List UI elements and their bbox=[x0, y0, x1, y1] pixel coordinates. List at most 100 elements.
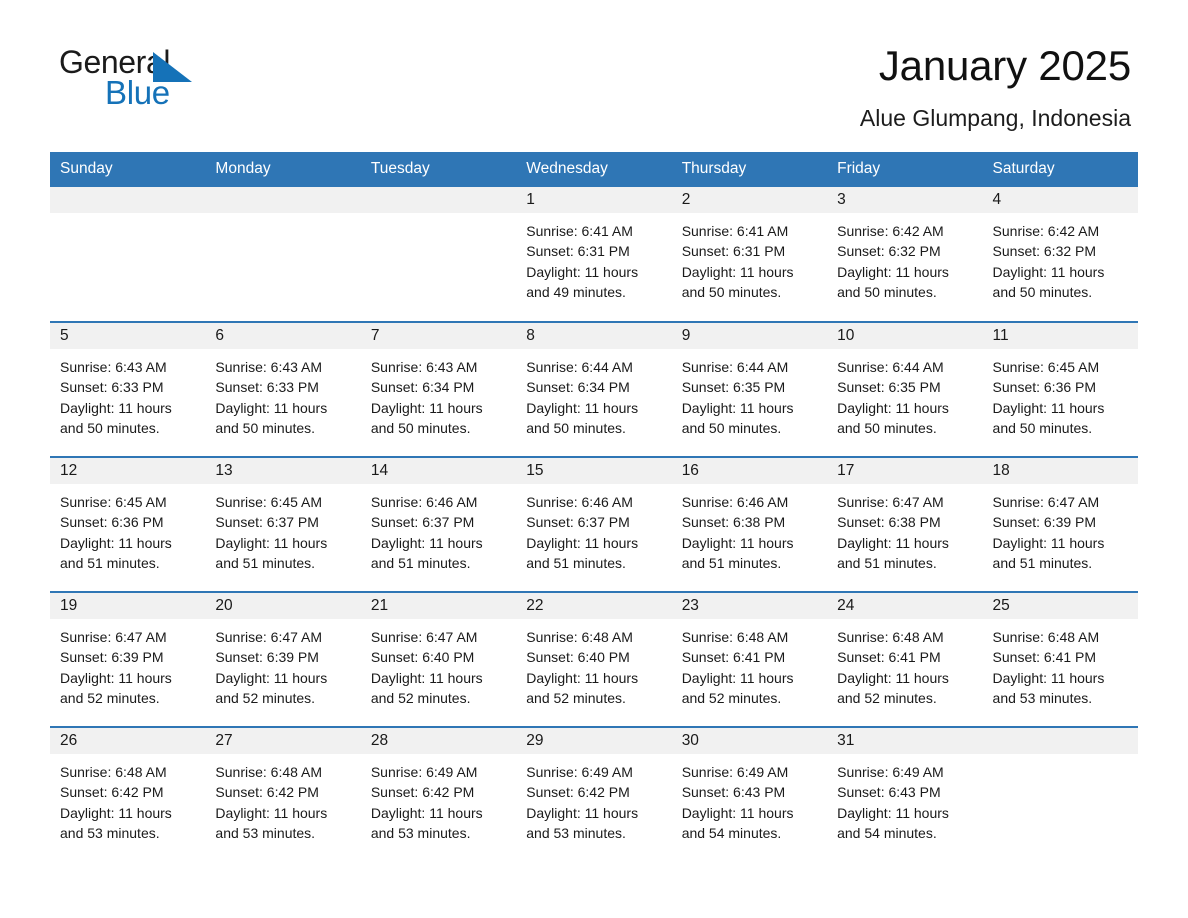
day-number: 21 bbox=[360, 593, 517, 620]
daylight-text-line1: Daylight: 11 hours bbox=[992, 669, 1105, 686]
sunrise-text: Sunrise: 6:46 AM bbox=[370, 494, 478, 511]
calendar-day-cell[interactable]: 28 Sunrise: 6:49 AM Sunset: 6:42 PM Dayligh… bbox=[360, 726, 517, 863]
day-details: Sunrise: 6:45 AM Sunset: 6:37 PM Daylight:… bbox=[205, 484, 360, 573]
calendar-day-cell[interactable]: 12 Sunrise: 6:45 AM Sunset: 6:36 PM Dayligh… bbox=[50, 456, 206, 593]
sunset-text: Sunset: 6:36 PM bbox=[992, 379, 1097, 396]
day-number: 17 bbox=[827, 458, 983, 485]
day-details: Sunrise: 6:47 AM Sunset: 6:38 PM Daylight:… bbox=[827, 484, 982, 573]
daylight-text-line2: and 50 minutes. bbox=[992, 283, 1093, 300]
calendar-day-cell[interactable]: 5 Sunrise: 6:43 AM Sunset: 6:33 PM Daylight… bbox=[50, 321, 206, 458]
daylight-text-line1: Daylight: 11 hours bbox=[837, 263, 949, 280]
day-details: Sunrise: 6:44 AM Sunset: 6:35 PM Daylight:… bbox=[827, 349, 982, 438]
calendar-day-cell[interactable]: 13 Sunrise: 6:45 AM Sunset: 6:37 PM Dayligh… bbox=[205, 456, 361, 593]
sunset-text: Sunset: 6:42 PM bbox=[60, 784, 164, 801]
sunrise-text: Sunrise: 6:44 AM bbox=[526, 359, 633, 376]
calendar-day-cell[interactable]: 6 Sunrise: 6:43 AM Sunset: 6:33 PM Daylight… bbox=[205, 321, 361, 458]
calendar-day-cell[interactable]: 25 Sunrise: 6:48 AM Sunset: 6:41 PM Dayligh… bbox=[982, 591, 1138, 728]
daylight-text-line2: and 53 minutes. bbox=[370, 824, 471, 841]
day-number bbox=[50, 187, 206, 214]
daylight-text-line1: Daylight: 11 hours bbox=[526, 399, 639, 416]
day-details: Sunrise: 6:49 AM Sunset: 6:42 PM Daylight:… bbox=[361, 754, 516, 843]
day-number: 26 bbox=[50, 728, 206, 755]
calendar-day-cell[interactable]: 7 Sunrise: 6:43 AM Sunset: 6:34 PM Daylight… bbox=[360, 321, 517, 458]
day-details: Sunrise: 6:43 AM Sunset: 6:33 PM Daylight:… bbox=[205, 349, 360, 438]
daylight-text-line2: and 51 minutes. bbox=[837, 554, 937, 571]
calendar-day-cell[interactable]: 4 Sunrise: 6:42 AM Sunset: 6:32 PM Daylight… bbox=[982, 187, 1138, 323]
page-title: January 2025 bbox=[878, 42, 1131, 89]
sunrise-text: Sunrise: 6:47 AM bbox=[60, 629, 167, 646]
calendar-week-row: 1 Sunrise: 6:41 AM Sunset: 6:31 PM Daylight… bbox=[50, 187, 1138, 323]
calendar-day-cell[interactable]: 2 Sunrise: 6:41 AM Sunset: 6:31 PM Daylight… bbox=[671, 187, 828, 323]
daylight-text-line2: and 52 minutes. bbox=[215, 689, 316, 706]
day-number: 2 bbox=[671, 187, 828, 214]
calendar-day-cell[interactable]: 27 Sunrise: 6:48 AM Sunset: 6:42 PM Dayligh… bbox=[205, 726, 361, 863]
calendar-day-cell[interactable]: 10 Sunrise: 6:44 AM Sunset: 6:35 PM Dayligh… bbox=[827, 321, 983, 458]
daylight-text-line2: and 52 minutes. bbox=[526, 689, 626, 706]
day-details: Sunrise: 6:47 AM Sunset: 6:39 PM Daylight:… bbox=[205, 619, 360, 708]
calendar-day-cell[interactable]: 1 Sunrise: 6:41 AM Sunset: 6:31 PM Daylight… bbox=[516, 187, 672, 323]
sunrise-text: Sunrise: 6:48 AM bbox=[60, 764, 167, 781]
sunset-text: Sunset: 6:34 PM bbox=[526, 379, 630, 396]
daylight-text-line2: and 52 minutes. bbox=[681, 689, 782, 706]
daylight-text-line1: Daylight: 11 hours bbox=[215, 534, 328, 551]
calendar-day-cell[interactable]: 15 Sunrise: 6:46 AM Sunset: 6:37 PM Dayligh… bbox=[516, 456, 672, 593]
sunrise-text: Sunrise: 6:44 AM bbox=[681, 359, 789, 376]
day-number: 28 bbox=[360, 728, 517, 755]
day-number: 23 bbox=[671, 593, 828, 620]
day-number: 8 bbox=[516, 323, 672, 350]
daylight-text-line2: and 50 minutes. bbox=[526, 419, 626, 436]
calendar-day-cell[interactable]: 3 Sunrise: 6:42 AM Sunset: 6:32 PM Daylight… bbox=[827, 187, 983, 323]
sunrise-text: Sunrise: 6:49 AM bbox=[837, 764, 944, 781]
calendar-day-cell-empty bbox=[982, 726, 1138, 863]
calendar-day-cell[interactable]: 31 Sunrise: 6:49 AM Sunset: 6:43 PM Dayligh… bbox=[827, 726, 983, 863]
daylight-text-line2: and 54 minutes. bbox=[681, 824, 782, 841]
daylight-text-line1: Daylight: 11 hours bbox=[681, 804, 794, 821]
calendar-day-cell[interactable]: 19 Sunrise: 6:47 AM Sunset: 6:39 PM Dayligh… bbox=[50, 591, 206, 728]
weekday-header-thursday: Thursday bbox=[671, 152, 828, 188]
sunrise-text: Sunrise: 6:48 AM bbox=[215, 764, 323, 781]
daylight-text-line2: and 53 minutes. bbox=[215, 824, 316, 841]
day-number: 20 bbox=[205, 593, 361, 620]
sunset-text: Sunset: 6:34 PM bbox=[370, 379, 475, 396]
daylight-text-line2: and 50 minutes. bbox=[837, 419, 937, 436]
calendar-day-cell[interactable]: 9 Sunrise: 6:44 AM Sunset: 6:35 PM Daylight… bbox=[671, 321, 828, 458]
calendar-day-cell[interactable]: 17 Sunrise: 6:47 AM Sunset: 6:38 PM Dayligh… bbox=[827, 456, 983, 593]
calendar-day-cell[interactable]: 20 Sunrise: 6:47 AM Sunset: 6:39 PM Dayligh… bbox=[205, 591, 361, 728]
day-details: Sunrise: 6:46 AM Sunset: 6:37 PM Daylight:… bbox=[516, 484, 671, 573]
daylight-text-line2: and 50 minutes. bbox=[681, 419, 782, 436]
sunset-text: Sunset: 6:31 PM bbox=[681, 243, 786, 260]
calendar-day-cell-empty bbox=[205, 187, 361, 323]
calendar-day-cell[interactable]: 26 Sunrise: 6:48 AM Sunset: 6:42 PM Dayligh… bbox=[50, 726, 206, 863]
daylight-text-line1: Daylight: 11 hours bbox=[837, 669, 949, 686]
day-number: 19 bbox=[50, 593, 206, 620]
location-subtitle: Alue Glumpang, Indonesia bbox=[859, 105, 1131, 132]
general-blue-logo[interactable]: General Blue bbox=[57, 44, 232, 114]
sunrise-text: Sunrise: 6:41 AM bbox=[681, 223, 789, 240]
day-number: 18 bbox=[982, 458, 1138, 485]
sunrise-text: Sunrise: 6:49 AM bbox=[526, 764, 633, 781]
day-number: 29 bbox=[516, 728, 672, 755]
calendar-day-cell[interactable]: 23 Sunrise: 6:48 AM Sunset: 6:41 PM Dayligh… bbox=[671, 591, 828, 728]
sunset-text: Sunset: 6:41 PM bbox=[992, 649, 1097, 666]
calendar-day-cell[interactable]: 14 Sunrise: 6:46 AM Sunset: 6:37 PM Dayligh… bbox=[360, 456, 517, 593]
calendar-day-cell[interactable]: 22 Sunrise: 6:48 AM Sunset: 6:40 PM Dayligh… bbox=[516, 591, 672, 728]
daylight-text-line1: Daylight: 11 hours bbox=[60, 534, 172, 551]
calendar-day-cell[interactable]: 21 Sunrise: 6:47 AM Sunset: 6:40 PM Dayligh… bbox=[360, 591, 517, 728]
calendar-day-cell[interactable]: 16 Sunrise: 6:46 AM Sunset: 6:38 PM Dayligh… bbox=[671, 456, 828, 593]
sunset-text: Sunset: 6:35 PM bbox=[681, 379, 786, 396]
calendar-day-cell[interactable]: 11 Sunrise: 6:45 AM Sunset: 6:36 PM Dayligh… bbox=[982, 321, 1138, 458]
day-details: Sunrise: 6:47 AM Sunset: 6:39 PM Daylight:… bbox=[50, 619, 205, 708]
daylight-text-line1: Daylight: 11 hours bbox=[992, 399, 1105, 416]
calendar-day-cell[interactable]: 8 Sunrise: 6:44 AM Sunset: 6:34 PM Daylight… bbox=[516, 321, 672, 458]
day-details: Sunrise: 6:43 AM Sunset: 6:33 PM Daylight:… bbox=[50, 349, 205, 438]
calendar-day-cell[interactable]: 24 Sunrise: 6:48 AM Sunset: 6:41 PM Dayligh… bbox=[827, 591, 983, 728]
day-details: Sunrise: 6:48 AM Sunset: 6:41 PM Daylight:… bbox=[672, 619, 827, 708]
sunset-text: Sunset: 6:35 PM bbox=[837, 379, 941, 396]
calendar-day-cell[interactable]: 18 Sunrise: 6:47 AM Sunset: 6:39 PM Dayligh… bbox=[982, 456, 1138, 593]
sunset-text: Sunset: 6:32 PM bbox=[992, 243, 1097, 260]
sunset-text: Sunset: 6:39 PM bbox=[60, 649, 164, 666]
calendar-day-cell[interactable]: 30 Sunrise: 6:49 AM Sunset: 6:43 PM Dayligh… bbox=[671, 726, 828, 863]
day-details: Sunrise: 6:43 AM Sunset: 6:34 PM Daylight:… bbox=[361, 349, 516, 438]
calendar-day-cell[interactable]: 29 Sunrise: 6:49 AM Sunset: 6:42 PM Dayligh… bbox=[516, 726, 672, 863]
sunrise-text: Sunrise: 6:42 AM bbox=[837, 223, 944, 240]
